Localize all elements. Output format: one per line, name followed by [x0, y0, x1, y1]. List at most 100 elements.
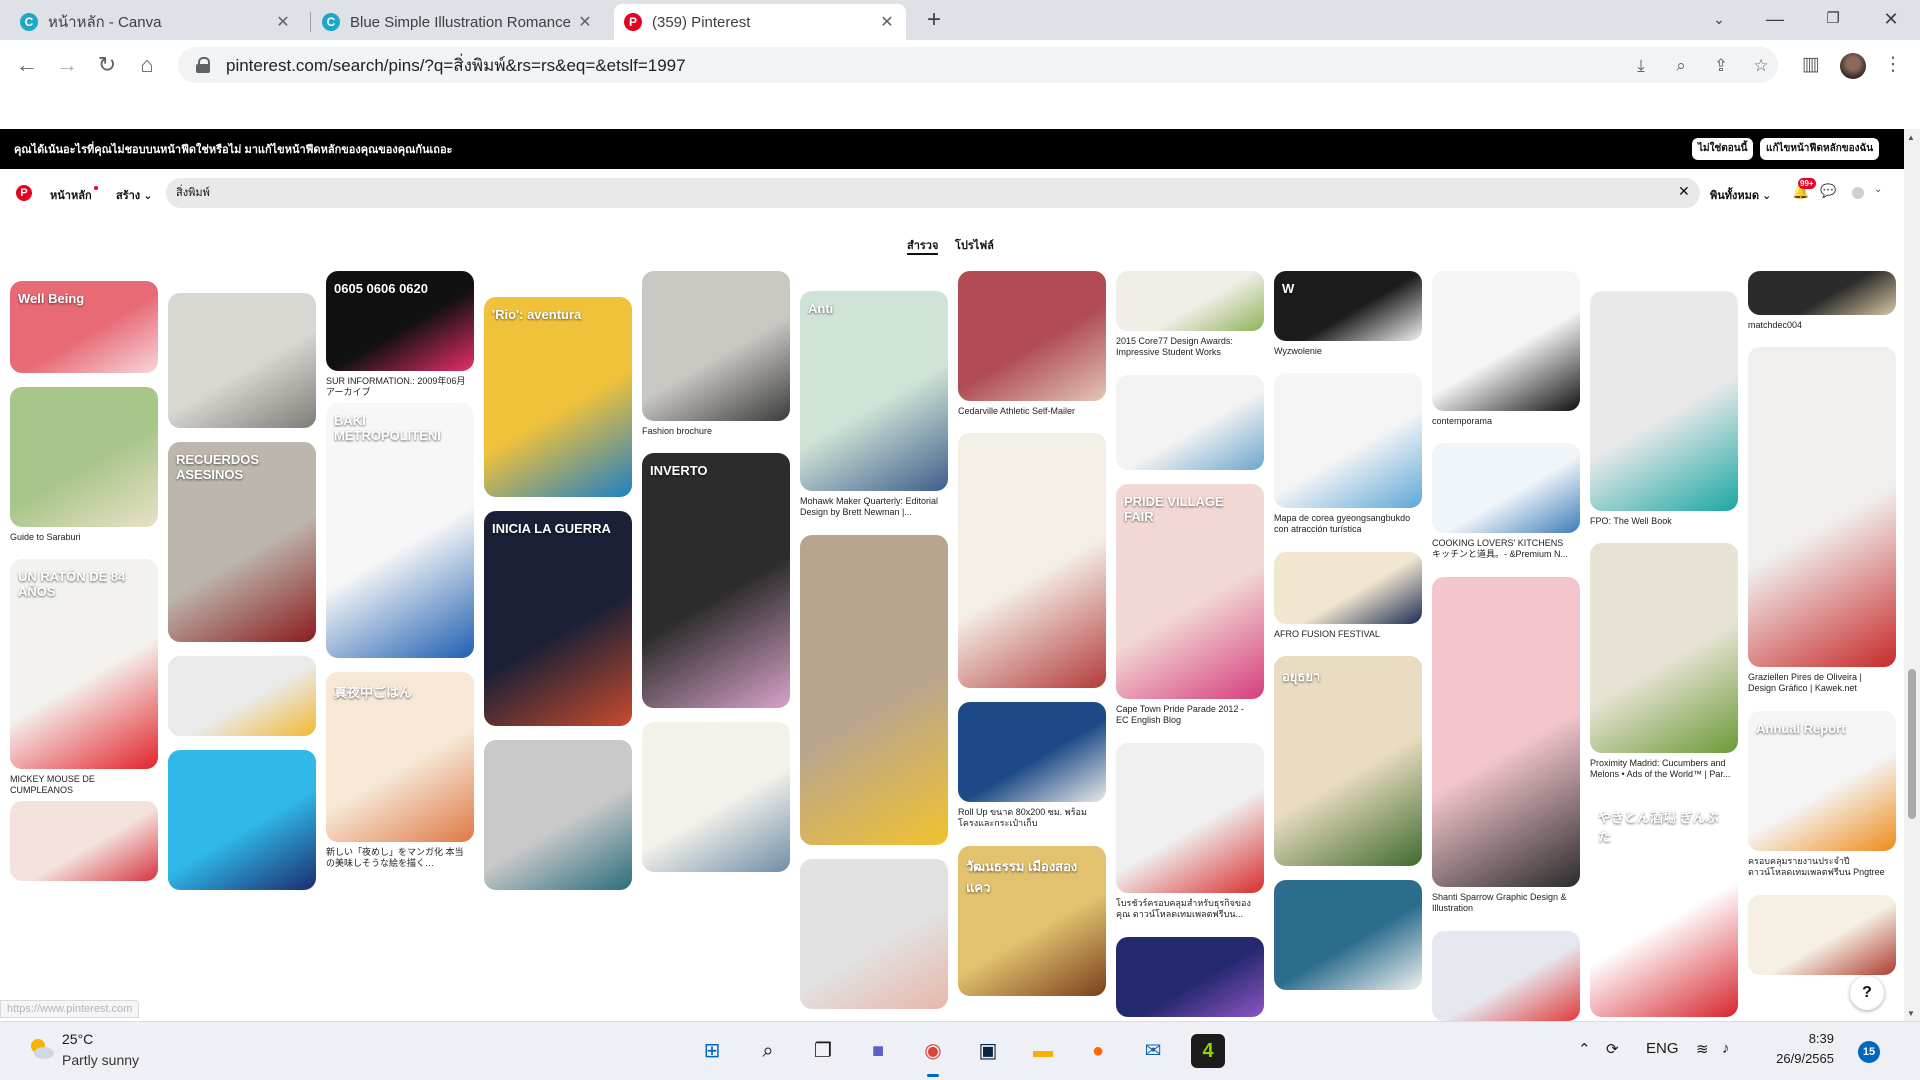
tab-search-button[interactable]: ⌄ — [1696, 0, 1742, 40]
pin-caption[interactable]: COOKING LOVERS' KITCHENS キッチンと道具。- &Prem… — [1432, 538, 1580, 560]
help-button[interactable]: ? — [1850, 976, 1884, 1010]
pin-image[interactable]: อยุธยา — [1274, 656, 1422, 866]
pin-card[interactable]: UN RATÓN DE 84 AÑOS MICKEY MOUSE DE CUMPL… — [10, 559, 158, 796]
volume-icon[interactable]: ♪ — [1722, 1040, 1730, 1057]
sync-icon[interactable]: ⟳ — [1606, 1040, 1619, 1058]
pin-caption[interactable]: Cape Town Pride Parade 2012 - EC English… — [1116, 704, 1264, 726]
pin-card[interactable]: Cedarville Athletic Self-Mailer — [958, 271, 1106, 417]
pin-card[interactable]: วัฒนธรรม เมืองสองแคว — [958, 846, 1106, 996]
pin-caption[interactable]: Graziellen Pires de Oliveira | Design Gr… — [1748, 672, 1896, 694]
pinterest-logo-icon[interactable]: P — [16, 185, 32, 201]
nav-create[interactable]: สร้าง ⌄ — [116, 186, 152, 204]
partly-sunny-icon[interactable] — [26, 1036, 56, 1062]
pin-caption[interactable]: 2015 Core77 Design Awards: Impressive St… — [1116, 336, 1264, 358]
task-view-icon[interactable]: ❐ — [806, 1034, 840, 1068]
tab-canva-design[interactable]: C Blue Simple Illustration Romance ✕ — [312, 4, 604, 40]
pin-card[interactable]: Roll Up ขนาด 80x200 ซม. พร้อมโครงและกระเ… — [958, 702, 1106, 829]
chat-icon[interactable]: ■ — [861, 1034, 895, 1068]
pin-image[interactable]: PRIDE VILLAGE FAIR — [1116, 484, 1264, 699]
windows-start-icon[interactable]: ⊞ — [695, 1034, 729, 1068]
pin-image[interactable] — [800, 535, 948, 845]
pin-card[interactable] — [800, 535, 948, 845]
pin-caption[interactable]: Mohawk Maker Quarterly: Editorial Design… — [800, 496, 948, 518]
nav-home[interactable]: หน้าหลัก — [50, 186, 98, 204]
close-window-button[interactable]: ✕ — [1868, 0, 1914, 40]
new-tab-button[interactable]: + — [920, 7, 948, 35]
app-icon[interactable]: 4 — [1191, 1034, 1225, 1068]
language-indicator[interactable]: ENG — [1646, 1040, 1679, 1057]
close-tab-icon[interactable]: ✕ — [878, 12, 896, 32]
pin-card[interactable] — [958, 433, 1106, 688]
pin-image[interactable]: วัฒนธรรม เมืองสองแคว — [958, 846, 1106, 996]
mail-icon[interactable]: ✉ — [1136, 1034, 1170, 1068]
terminal-icon[interactable]: ▣ — [971, 1034, 1005, 1068]
pin-caption[interactable]: ครอบคลุมรายงานประจำปี ดาวน์โหลดเทมเพลตฟร… — [1748, 856, 1896, 878]
bookmark-star-icon[interactable]: ☆ — [1750, 55, 1772, 77]
pin-card[interactable]: INVERTO — [642, 453, 790, 708]
pin-card[interactable]: 2015 Core77 Design Awards: Impressive St… — [1116, 271, 1264, 358]
pin-card[interactable] — [1116, 375, 1264, 470]
pin-card[interactable] — [1748, 895, 1896, 975]
pin-image[interactable] — [1432, 271, 1580, 411]
reload-button[interactable]: ↻ — [92, 50, 122, 80]
pin-image[interactable] — [1432, 931, 1580, 1021]
pin-image[interactable]: Anti — [800, 291, 948, 491]
pin-card[interactable]: W Wyzwolenie — [1274, 271, 1422, 357]
pin-image[interactable]: UN RATÓN DE 84 AÑOS — [10, 559, 158, 769]
pin-image[interactable]: 0605 0606 0620 — [326, 271, 474, 371]
clear-search-icon[interactable]: ✕ — [1678, 183, 1690, 200]
clock-date[interactable]: 26/9/2565 — [1750, 1051, 1834, 1066]
pin-image[interactable] — [1116, 375, 1264, 470]
pin-card[interactable]: INICIA LA GUERRA — [484, 511, 632, 726]
pin-card[interactable]: Guide to Saraburi — [10, 387, 158, 543]
pin-card[interactable]: やきとん酒場 ぎんぶた — [1590, 797, 1738, 1017]
pin-card[interactable] — [1274, 880, 1422, 990]
pin-image[interactable] — [1116, 271, 1264, 331]
pin-card[interactable]: Graziellen Pires de Oliveira | Design Gr… — [1748, 347, 1896, 694]
pin-image[interactable]: RECUERDOS ASESINOS — [168, 442, 316, 642]
pin-card[interactable]: โบรชัวร์ครอบคลุมสำหรับธุรกิจของคุณ ดาวน์… — [1116, 743, 1264, 920]
pin-card[interactable]: PRIDE VILLAGE FAIR Cape Town Pride Parade… — [1116, 484, 1264, 726]
close-tab-icon[interactable]: ✕ — [274, 12, 292, 32]
chrome-menu-icon[interactable]: ⋮ — [1880, 53, 1906, 79]
pin-image[interactable] — [484, 740, 632, 890]
pin-image[interactable]: W — [1274, 271, 1422, 341]
pin-caption[interactable]: Proximity Madrid: Cucumbers and Melons •… — [1590, 758, 1738, 780]
pin-image[interactable] — [800, 859, 948, 1009]
search-icon[interactable]: ⌕ — [751, 1034, 785, 1068]
pin-card[interactable]: Well Being — [10, 281, 158, 373]
lock-icon[interactable] — [196, 57, 210, 73]
pin-image[interactable]: 'Rio': aventura — [484, 297, 632, 497]
back-button[interactable]: ← — [12, 50, 42, 80]
pin-image[interactable]: INVERTO — [642, 453, 790, 708]
pin-card[interactable]: 'Rio': aventura — [484, 297, 632, 497]
zoom-icon[interactable]: ⌕ — [1670, 55, 1692, 77]
notification-count-badge[interactable]: 15 — [1858, 1041, 1880, 1063]
pin-image[interactable] — [1590, 543, 1738, 753]
pin-caption[interactable]: Guide to Saraburi — [10, 532, 158, 543]
pin-caption[interactable]: โบรชัวร์ครอบคลุมสำหรับธุรกิจของคุณ ดาวน์… — [1116, 898, 1264, 920]
pin-image[interactable] — [10, 801, 158, 881]
firefox-icon[interactable]: ● — [1081, 1034, 1115, 1068]
pin-image[interactable]: やきとん酒場 ぎんぶた — [1590, 797, 1738, 1017]
pin-caption[interactable]: Fashion brochure — [642, 426, 790, 437]
pin-card[interactable] — [1116, 937, 1264, 1017]
pin-image[interactable] — [168, 293, 316, 428]
pin-image[interactable] — [1432, 443, 1580, 533]
pin-image[interactable] — [642, 722, 790, 872]
user-avatar[interactable] — [1852, 187, 1864, 199]
pin-image[interactable] — [958, 702, 1106, 802]
messages-icon[interactable]: 💬 — [1820, 183, 1836, 199]
pin-card[interactable] — [168, 750, 316, 890]
pin-image[interactable] — [1274, 552, 1422, 624]
chrome-icon[interactable]: ◉ — [916, 1034, 950, 1077]
home-button[interactable]: ⌂ — [132, 50, 162, 80]
pin-image[interactable] — [1748, 271, 1896, 315]
not-now-button[interactable]: ไม่ใช่ตอนนี้ — [1692, 138, 1754, 160]
forward-button[interactable]: → — [52, 50, 82, 80]
pin-image[interactable] — [642, 271, 790, 421]
pin-card[interactable]: Shanti Sparrow Graphic Design & Illustra… — [1432, 577, 1580, 914]
side-panel-icon[interactable]: ▥ — [1798, 53, 1824, 79]
pin-card[interactable] — [10, 801, 158, 881]
pin-caption[interactable]: FPO: The Well Book — [1590, 516, 1738, 527]
